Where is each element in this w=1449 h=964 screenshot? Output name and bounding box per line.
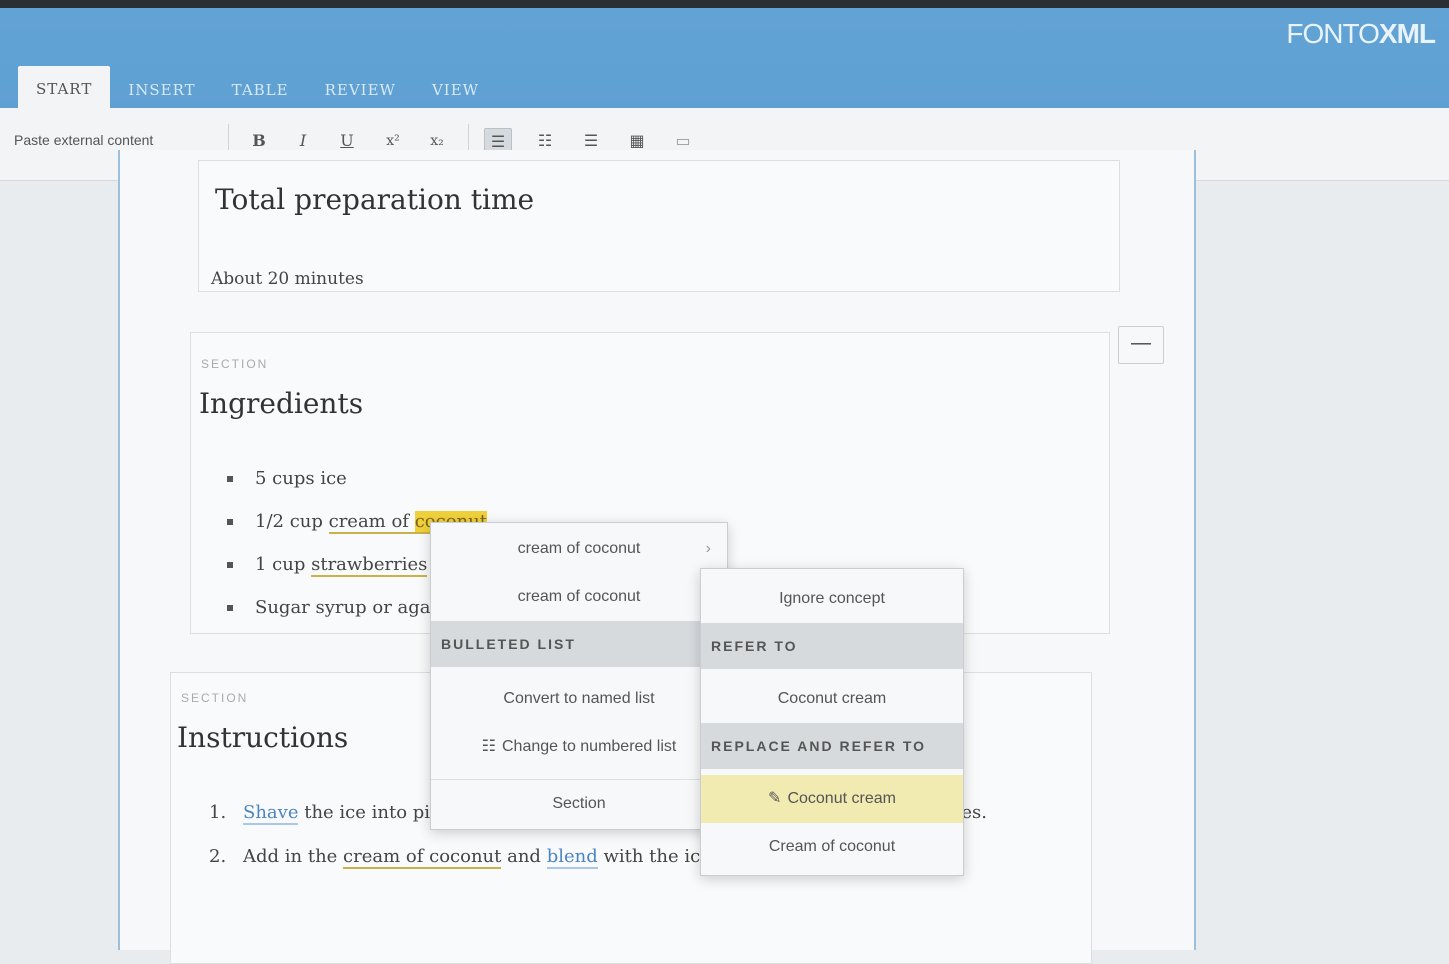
instructions-title: Instructions: [177, 721, 349, 754]
concept-link[interactable]: cream of coconut: [343, 846, 502, 869]
list-item[interactable]: 5 cups ice: [221, 457, 487, 500]
concept-link[interactable]: cream of: [328, 511, 415, 534]
brand-logo: FONTOXML: [1286, 18, 1436, 49]
concept-link[interactable]: blend: [546, 846, 598, 869]
pin-icon: ✎: [768, 790, 782, 807]
prep-text: About 20 minutes: [211, 269, 364, 289]
concept-link[interactable]: Shave: [243, 802, 299, 825]
menu-header: BULLETED LIST: [431, 621, 727, 667]
concept-submenu: Ignore concept REFER TO Coconut cream RE…: [700, 568, 964, 876]
menu-header: REFER TO: [701, 623, 963, 669]
menu-item-replace-active[interactable]: ✎ Coconut cream: [701, 775, 963, 823]
menu-item-concept[interactable]: cream of coconut›: [431, 525, 727, 573]
prep-section: Total preparation time About 20 minutes: [198, 160, 1120, 292]
section-label: SECTION: [201, 357, 269, 371]
menu-item-ignore[interactable]: Ignore concept: [701, 575, 963, 623]
menu-item-section[interactable]: Section›: [431, 779, 727, 828]
prep-title: Total preparation time: [215, 183, 535, 216]
tab-view[interactable]: VIEW: [414, 70, 497, 110]
ribbon-tabs: START INSERT TABLE REVIEW VIEW: [18, 62, 497, 110]
menu-header: REPLACE AND REFER TO: [701, 723, 963, 769]
collapse-button[interactable]: —: [1118, 326, 1164, 364]
concept-link[interactable]: strawberries: [311, 554, 428, 577]
menu-item-replace[interactable]: Cream of coconut: [701, 823, 963, 871]
tab-insert[interactable]: INSERT: [110, 70, 213, 110]
context-menu: cream of coconut› cream of coconut› BULL…: [430, 522, 728, 830]
menu-item-convert[interactable]: Convert to named list: [431, 675, 727, 723]
menu-item-concept[interactable]: cream of coconut›: [431, 573, 727, 621]
tab-start[interactable]: START: [18, 66, 111, 110]
ingredients-title: Ingredients: [199, 387, 364, 420]
menu-item-refer[interactable]: Coconut cream: [701, 675, 963, 723]
tab-table[interactable]: TABLE: [214, 70, 307, 110]
paste-external-button[interactable]: Paste external content: [14, 132, 153, 148]
tab-review[interactable]: REVIEW: [307, 70, 414, 110]
section-label: SECTION: [181, 691, 249, 705]
numbered-list-icon: ☷: [481, 738, 496, 755]
menu-item-change-numbered[interactable]: ☷ Change to numbered list: [431, 723, 727, 771]
